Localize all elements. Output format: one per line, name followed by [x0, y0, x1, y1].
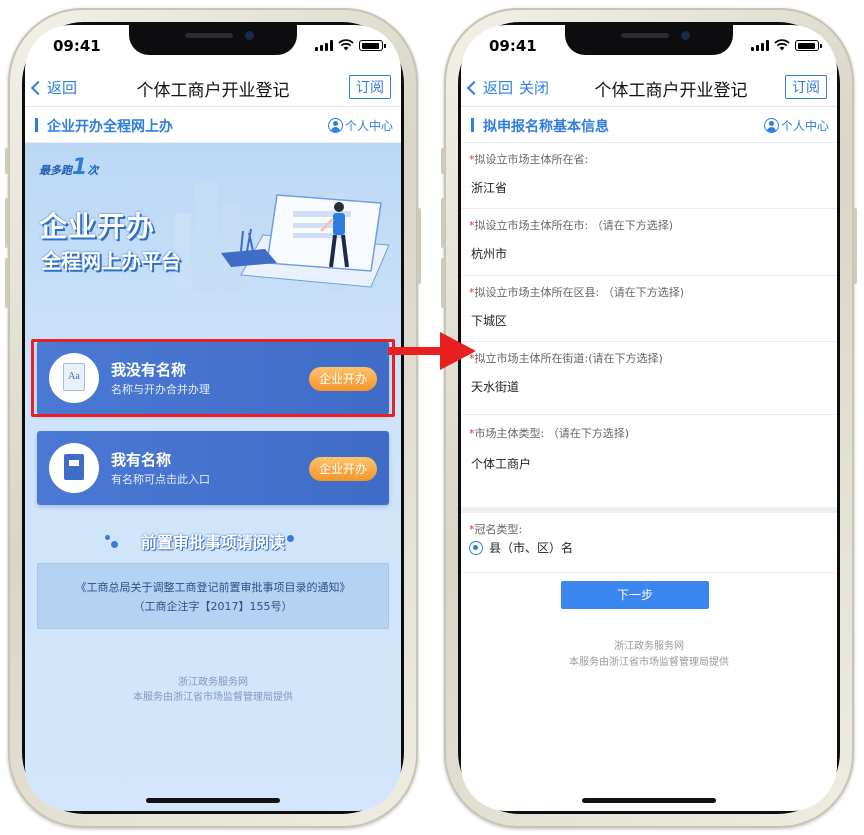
document-font-icon: Aa — [63, 363, 85, 391]
field-value: 下城区 — [471, 314, 508, 328]
field-label: 拟设立市场主体所在区县: （请在下方选择) — [474, 286, 685, 299]
section-title: 企业开办全程网上办 — [35, 116, 173, 136]
personal-center-label: 个人中心 — [344, 119, 393, 133]
battery-icon — [359, 40, 386, 51]
subscribe-button[interactable]: 订阅 — [349, 75, 391, 99]
screen-right: 09:41 返回 关闭 个体工商户开业登记 订阅 拟申报名称基本信息 个人中心 … — [461, 25, 837, 811]
banner: 最多跑1次 企业开办 全程网上办平台 — [25, 143, 401, 303]
field-value: 天水街道 — [471, 380, 520, 394]
laptop-person-illustration — [221, 194, 390, 288]
notice-link[interactable]: 《工商总局关于调整工商登记前置审批事项目录的通知》 （工商企注字【2017】15… — [37, 563, 389, 629]
logo: 最多跑1次 — [39, 155, 99, 180]
page-title: 个体工商户开业登记 — [594, 81, 748, 101]
page-title: 个体工商户开业登记 — [136, 81, 290, 101]
radio-selected-icon — [469, 540, 483, 555]
wifi-icon — [774, 39, 790, 51]
mute-switch — [5, 148, 9, 174]
home-indicator[interactable] — [582, 798, 716, 803]
field-label: 冠名类型: — [474, 523, 523, 536]
home-indicator[interactable] — [146, 798, 280, 803]
section-title: 拟申报名称基本信息 — [471, 116, 609, 136]
footer-site: 浙江政务服务网 — [614, 641, 684, 652]
name-info-form: *拟设立市场主体所在省: 浙江省 *拟设立市场主体所在市: （请在下方选择) 杭… — [461, 143, 837, 811]
personal-center-link[interactable]: 个人中心 — [763, 117, 829, 134]
user-icon — [327, 118, 343, 133]
home-content: 最多跑1次 企业开办 全程网上办平台 Aa 我没有名称 名称与开办合并办理 企业… — [25, 143, 401, 811]
field-label: 拟设立市场主体所在市: （请在下方选择) — [474, 219, 674, 232]
nav-bar: 返回 关闭 个体工商户开业登记 订阅 — [461, 67, 837, 107]
footer-provider: 本服务由浙江省市场监督管理局提供 — [569, 657, 729, 668]
battery-icon — [795, 40, 822, 51]
signal-icon — [315, 40, 333, 51]
option-card-no-name[interactable]: Aa 我没有名称 名称与开办合并办理 企业开办 — [37, 341, 389, 415]
mute-switch — [441, 148, 445, 174]
status-time: 09:41 — [53, 37, 101, 55]
card-icon-disc — [49, 443, 99, 493]
field-value: 浙江省 — [471, 181, 508, 195]
entity-type-field[interactable]: *市场主体类型: （请在下方选择) 个体工商户 — [461, 415, 837, 485]
building-icon — [64, 454, 84, 480]
field-value: 杭州市 — [471, 247, 508, 261]
field-label: 拟立市场主体所在街道:(请在下方选择) — [474, 352, 663, 365]
province-field[interactable]: *拟设立市场主体所在省: 浙江省 — [461, 143, 837, 209]
screen-left: 09:41 返回 个体工商户开业登记 订阅 企业开办全程网上办 个人中心 最多跑… — [25, 25, 401, 811]
city-field[interactable]: *拟设立市场主体所在市: （请在下方选择) 杭州市 — [461, 209, 837, 276]
crown-type-field: *冠名类型: 县（市、区）名 — [461, 513, 837, 573]
status-time: 09:41 — [489, 37, 537, 55]
option-card-have-name[interactable]: 我有名称 有名称可点击此入口 企业开办 — [37, 431, 389, 505]
footer-site: 浙江政务服务网 — [178, 677, 248, 688]
notice-line1: 《工商总局关于调整工商登记前置审批事项目录的通知》 — [75, 581, 351, 594]
banner-title: 企业开办 — [39, 210, 156, 243]
card-icon-disc: Aa — [49, 353, 99, 403]
user-icon — [763, 118, 779, 133]
section-bar: 拟申报名称基本信息 个人中心 — [461, 107, 837, 143]
notch — [129, 25, 297, 55]
start-business-button[interactable]: 企业开办 — [308, 457, 377, 481]
phone-frame-right: 09:41 返回 关闭 个体工商户开业登记 订阅 拟申报名称基本信息 个人中心 … — [441, 8, 857, 828]
phone-frame-left: 09:41 返回 个体工商户开业登记 订阅 企业开办全程网上办 个人中心 最多跑… — [5, 8, 421, 828]
personal-center-link[interactable]: 个人中心 — [327, 117, 393, 134]
next-step-button[interactable]: 下一步 — [561, 581, 709, 609]
banner-subtitle: 全程网上办平台 — [41, 249, 181, 273]
card-title: 我没有名称 — [111, 361, 187, 379]
start-business-button[interactable]: 企业开办 — [308, 367, 377, 391]
power-button — [853, 208, 857, 284]
radio-label: 县（市、区）名 — [489, 541, 574, 555]
red-arrow-icon — [388, 332, 476, 370]
field-value: 个体工商户 — [471, 457, 532, 471]
crown-type-radio[interactable]: 县（市、区）名 — [469, 539, 573, 556]
volume-down-button — [441, 258, 445, 308]
subscribe-button[interactable]: 订阅 — [785, 75, 827, 99]
signal-icon — [751, 40, 769, 51]
wifi-icon — [338, 39, 354, 51]
card-description: 名称与开办合并办理 — [111, 383, 210, 396]
field-label: 市场主体类型: （请在下方选择) — [474, 427, 630, 440]
notice-heading: 前置审批事项请阅读 — [140, 533, 285, 552]
card-title: 我有名称 — [111, 451, 172, 469]
footer: 浙江政务服务网 本服务由浙江省市场监督管理局提供 — [461, 639, 837, 671]
volume-down-button — [5, 258, 9, 308]
nav-bar: 返回 个体工商户开业登记 订阅 — [25, 67, 401, 107]
card-description: 有名称可点击此入口 — [111, 473, 210, 486]
volume-up-button — [5, 198, 9, 248]
footer: 浙江政务服务网 本服务由浙江省市场监督管理局提供 — [25, 675, 401, 705]
district-field[interactable]: *拟设立市场主体所在区县: （请在下方选择) 下城区 — [461, 276, 837, 342]
notice-line2: （工商企注字【2017】155号） — [133, 600, 293, 613]
street-field[interactable]: *拟立市场主体所在街道:(请在下方选择) 天水街道 — [461, 342, 837, 415]
footer-provider: 本服务由浙江省市场监督管理局提供 — [133, 692, 293, 703]
personal-center-label: 个人中心 — [780, 119, 829, 133]
power-button — [417, 208, 421, 284]
notch — [565, 25, 733, 55]
field-label: 拟设立市场主体所在省: — [474, 153, 589, 166]
volume-up-button — [441, 198, 445, 248]
section-bar: 企业开办全程网上办 个人中心 — [25, 107, 401, 143]
